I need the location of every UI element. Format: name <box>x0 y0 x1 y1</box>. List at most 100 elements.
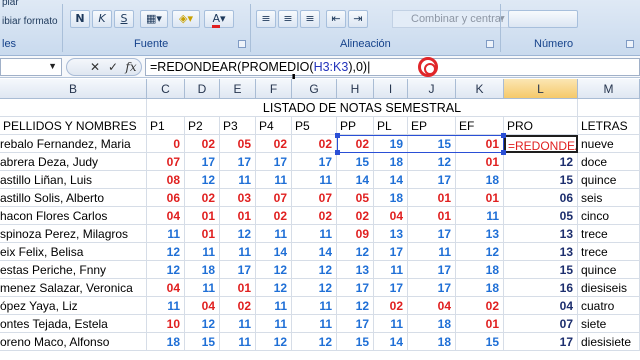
align-left-icon[interactable]: ≡ <box>256 10 276 28</box>
grade-cell[interactable]: 13 <box>374 225 408 243</box>
letters-cell[interactable]: quince <box>578 171 640 189</box>
grade-cell[interactable]: 11 <box>256 297 292 315</box>
grade-cell[interactable]: 11 <box>185 279 220 297</box>
grade-cell[interactable]: 01 <box>220 207 256 225</box>
grade-cell[interactable]: 13 <box>337 261 374 279</box>
grade-cell[interactable]: 11 <box>292 297 337 315</box>
copy-format-button[interactable]: ibiar formato <box>2 16 58 27</box>
average-cell[interactable]: 06 <box>504 189 578 207</box>
grade-cell[interactable]: 06 <box>147 189 185 207</box>
cell[interactable] <box>0 99 147 117</box>
grade-cell[interactable]: 12 <box>185 315 220 333</box>
grade-cell[interactable]: 02 <box>256 135 292 153</box>
grade-cell[interactable]: 02 <box>292 135 337 153</box>
student-name-cell[interactable]: eix Felix, Belisa <box>0 243 147 261</box>
grade-cell[interactable]: 11 <box>147 225 185 243</box>
grade-cell[interactable]: 14 <box>374 171 408 189</box>
grade-cell[interactable]: 02 <box>374 297 408 315</box>
letters-cell[interactable]: seis <box>578 189 640 207</box>
letters-cell[interactable]: quince <box>578 261 640 279</box>
grade-cell[interactable]: 11 <box>256 171 292 189</box>
number-dialog-launcher-icon[interactable] <box>626 40 634 48</box>
column-label[interactable]: P4 <box>256 117 292 135</box>
average-cell[interactable]: 07 <box>504 315 578 333</box>
grade-cell[interactable]: 04 <box>374 207 408 225</box>
grade-cell[interactable]: 12 <box>292 333 337 351</box>
grade-cell[interactable]: 11 <box>456 207 504 225</box>
grade-cell[interactable]: 12 <box>292 261 337 279</box>
grade-cell[interactable]: 01 <box>408 207 456 225</box>
grade-cell[interactable]: 13 <box>456 225 504 243</box>
grade-cell[interactable]: 12 <box>147 261 185 279</box>
alignment-dialog-launcher-icon[interactable] <box>486 40 494 48</box>
column-label[interactable]: P5 <box>292 117 337 135</box>
grade-cell[interactable]: 01 <box>185 207 220 225</box>
grade-cell[interactable]: 18 <box>408 333 456 351</box>
insert-function-icon[interactable]: fx <box>123 59 139 75</box>
grade-cell[interactable]: 01 <box>456 153 504 171</box>
column-label[interactable]: EP <box>408 117 456 135</box>
grade-cell[interactable]: 01 <box>220 279 256 297</box>
borders-icon[interactable]: ▦▾ <box>140 10 168 28</box>
grade-cell[interactable]: 17 <box>292 153 337 171</box>
column-header-j[interactable]: J <box>408 79 456 99</box>
average-cell[interactable]: 16 <box>504 279 578 297</box>
average-cell[interactable]: 13 <box>504 243 578 261</box>
grade-cell[interactable]: 18 <box>374 153 408 171</box>
column-header-b[interactable]: B <box>0 79 147 99</box>
range-handle-icon[interactable] <box>501 133 506 138</box>
grade-cell[interactable]: 11 <box>292 171 337 189</box>
grade-cell[interactable]: 02 <box>256 207 292 225</box>
student-name-cell[interactable]: astillo Solis, Alberto <box>0 189 147 207</box>
letters-cell[interactable]: trece <box>578 243 640 261</box>
column-label[interactable]: P3 <box>220 117 256 135</box>
range-handle-icon[interactable] <box>501 150 506 155</box>
grade-cell[interactable]: 18 <box>456 261 504 279</box>
letters-cell[interactable]: diesiseis <box>578 279 640 297</box>
grade-cell[interactable]: 17 <box>337 279 374 297</box>
grade-cell[interactable]: 07 <box>147 153 185 171</box>
grade-cell[interactable]: 15 <box>185 333 220 351</box>
student-name-cell[interactable]: hacon Flores Carlos <box>0 207 147 225</box>
grade-cell[interactable]: 18 <box>374 189 408 207</box>
grade-cell[interactable]: 19 <box>374 135 408 153</box>
fill-color-icon[interactable]: ◈▾ <box>172 10 200 28</box>
grade-cell[interactable]: 11 <box>185 243 220 261</box>
grade-cell[interactable]: 17 <box>185 153 220 171</box>
column-header-i[interactable]: I <box>374 79 408 99</box>
grade-cell[interactable]: 15 <box>456 333 504 351</box>
column-label[interactable]: PL <box>374 117 408 135</box>
average-cell[interactable]: 17 <box>504 333 578 351</box>
student-name-cell[interactable]: abrera Deza, Judy <box>0 153 147 171</box>
italic-button[interactable]: K <box>92 10 112 28</box>
student-name-cell[interactable]: ópez Yaya, Liz <box>0 297 147 315</box>
student-name-cell[interactable]: oreno Maco, Alfonso <box>0 333 147 351</box>
grade-cell[interactable]: 11 <box>256 225 292 243</box>
bold-button[interactable]: N <box>70 10 90 28</box>
active-edit-cell[interactable]: =REDONDEA <box>504 135 578 153</box>
grade-cell[interactable]: 17 <box>256 153 292 171</box>
grade-cell[interactable]: 18 <box>408 315 456 333</box>
student-name-cell[interactable]: astillo Liñan, Luis <box>0 171 147 189</box>
grade-cell[interactable]: 17 <box>408 261 456 279</box>
name-box[interactable]: ▼ <box>0 58 62 76</box>
column-header-k[interactable]: K <box>456 79 504 99</box>
increase-indent-icon[interactable]: ⇥ <box>348 10 368 28</box>
align-center-icon[interactable]: ≡ <box>278 10 298 28</box>
letters-cell[interactable]: nueve <box>578 135 640 153</box>
grade-cell[interactable]: 12 <box>292 279 337 297</box>
grade-cell[interactable]: 18 <box>185 261 220 279</box>
column-label[interactable]: P1 <box>147 117 185 135</box>
column-header-h[interactable]: H <box>337 79 374 99</box>
grade-cell[interactable]: 11 <box>220 243 256 261</box>
grade-cell[interactable]: 11 <box>220 315 256 333</box>
sheet-title[interactable]: LISTADO DE NOTAS SEMESTRAL <box>147 99 578 117</box>
grade-cell[interactable]: 12 <box>256 279 292 297</box>
column-header-m[interactable]: M <box>578 79 640 99</box>
grade-cell[interactable]: 12 <box>337 297 374 315</box>
grade-cell[interactable]: 10 <box>147 315 185 333</box>
letters-cell[interactable]: siete <box>578 315 640 333</box>
formula-input[interactable]: =REDONDEAR(PROMEDIO(H3:K3),0)| <box>145 58 640 76</box>
grade-cell[interactable]: 04 <box>185 297 220 315</box>
student-name-cell[interactable]: rebalo Fernandez, Maria <box>0 135 147 153</box>
